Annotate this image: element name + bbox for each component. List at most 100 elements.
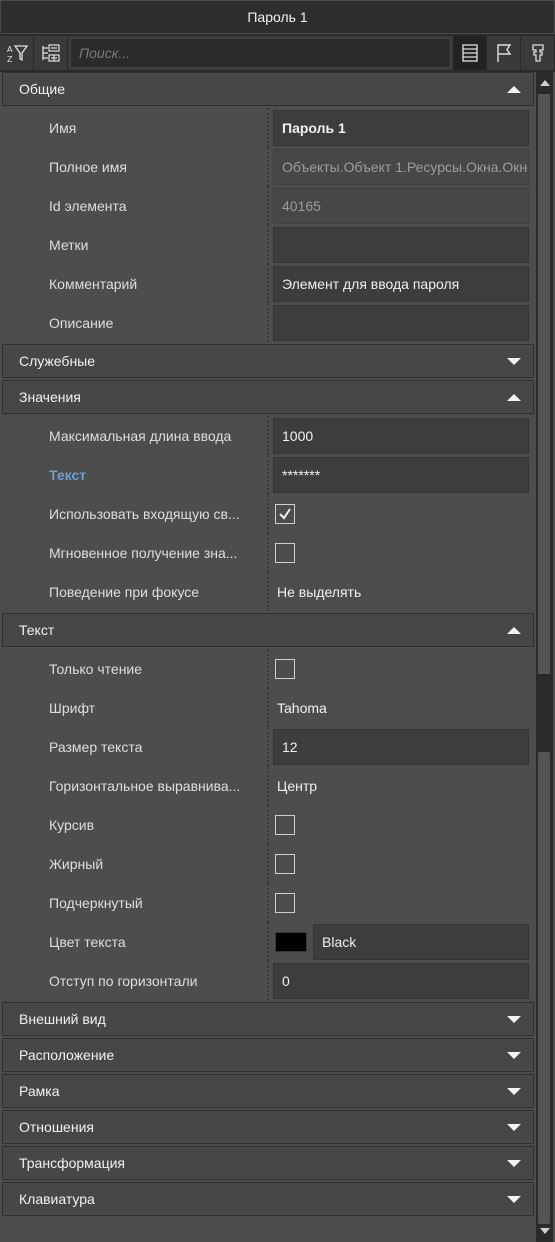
use-incoming-checkbox[interactable]: [275, 503, 295, 524]
section-title: Значения: [19, 389, 81, 405]
section-values-header[interactable]: Значения: [2, 380, 534, 414]
expand-arrow-icon[interactable]: [507, 1051, 521, 1059]
maxlength-field[interactable]: 1000: [273, 417, 529, 454]
search-box[interactable]: [70, 38, 451, 68]
property-row-font-size: Размер текста 12: [2, 727, 534, 766]
section-general-header[interactable]: Общие: [2, 72, 534, 106]
password-text-field[interactable]: *******: [273, 456, 529, 493]
property-label: Комментарий: [2, 264, 269, 303]
property-row-description: Описание: [2, 303, 534, 342]
property-label: Горизонтальное выравнива...: [2, 766, 269, 805]
property-row-name: Имя Пароль 1: [2, 108, 534, 147]
section-location-header[interactable]: Расположение: [2, 1038, 534, 1072]
list-view-icon: [461, 44, 478, 62]
puzzle-icon: [531, 44, 544, 62]
section-relations-header[interactable]: Отношения: [2, 1110, 534, 1144]
property-row-id: Id элемента 40165: [2, 186, 534, 225]
italic-checkbox[interactable]: [275, 814, 295, 835]
property-row-comment: Комментарий Элемент для ввода пароля: [2, 264, 534, 303]
svg-text:Z: Z: [7, 55, 13, 64]
collapse-tree-button[interactable]: [34, 36, 68, 70]
property-row-instant: Мгновенное получение зна...: [2, 533, 534, 572]
property-label: Описание: [2, 303, 269, 342]
text-color-field[interactable]: Black: [313, 923, 529, 960]
fullname-field: Объекты.Объект 1.Ресурсы.Окна.Окно: [273, 148, 529, 185]
section-values-body: Максимальная длина ввода 1000 Текст ****…: [2, 416, 534, 613]
section-frame-header[interactable]: Рамка: [2, 1074, 534, 1108]
section-service-header[interactable]: Служебные: [2, 344, 534, 378]
properties-panel: Общие Имя Пароль 1 Полное имя Объекты.Об…: [0, 72, 555, 1242]
search-input[interactable]: [79, 45, 450, 61]
property-row-h-align: Горизонтальное выравнива... Центр: [2, 766, 534, 805]
property-label: Имя: [2, 108, 269, 147]
expand-arrow-icon[interactable]: [507, 1159, 521, 1167]
section-keyboard-header[interactable]: Клавиатура: [2, 1182, 534, 1216]
property-row-maxlength: Максимальная длина ввода 1000: [2, 416, 534, 455]
instant-value-checkbox[interactable]: [275, 542, 295, 563]
scroll-down-icon[interactable]: [536, 1222, 553, 1240]
collapse-arrow-icon[interactable]: [507, 626, 521, 634]
property-label: Подчеркнутый: [2, 883, 269, 922]
property-row-text: Текст *******: [2, 455, 534, 494]
readonly-checkbox[interactable]: [275, 658, 295, 679]
expand-arrow-icon[interactable]: [507, 357, 521, 365]
list-view-button[interactable]: [453, 36, 487, 70]
section-text-header[interactable]: Текст: [2, 613, 534, 647]
section-title: Отношения: [19, 1119, 94, 1135]
property-label: Поведение при фокусе: [2, 572, 269, 611]
h-indent-field[interactable]: 0: [273, 962, 529, 999]
focus-behavior-select[interactable]: Не выделять: [273, 584, 361, 600]
svg-text:A: A: [7, 45, 13, 54]
name-field[interactable]: Пароль 1: [273, 109, 529, 146]
expand-arrow-icon[interactable]: [507, 1123, 521, 1131]
expand-arrow-icon[interactable]: [507, 1087, 521, 1095]
scroll-thumb[interactable]: [538, 94, 550, 674]
sort-filter-button[interactable]: A Z: [0, 36, 34, 70]
section-title: Внешний вид: [19, 1011, 106, 1027]
property-label: Id элемента: [2, 186, 269, 225]
property-row-h-indent: Отступ по горизонтали 0: [2, 961, 534, 1000]
font-size-field[interactable]: 12: [273, 728, 529, 765]
section-title: Клавиатура: [19, 1191, 95, 1207]
puzzle-button[interactable]: [521, 36, 555, 70]
toolbar: A Z: [0, 36, 555, 70]
font-select[interactable]: Tahoma: [273, 700, 327, 716]
scroll-thumb-lower[interactable]: [538, 752, 550, 1224]
section-transform-header[interactable]: Трансформация: [2, 1146, 534, 1180]
checkmark-icon: [279, 507, 291, 520]
section-title: Текст: [19, 622, 55, 638]
expand-arrow-icon[interactable]: [507, 1195, 521, 1203]
window-title: Пароль 1: [0, 0, 555, 34]
property-row-bold: Жирный: [2, 844, 534, 883]
property-row-readonly: Только чтение: [2, 649, 534, 688]
property-row-underline: Подчеркнутый: [2, 883, 534, 922]
property-row-fullname: Полное имя Объекты.Объект 1.Ресурсы.Окна…: [2, 147, 534, 186]
collapse-arrow-icon[interactable]: [507, 85, 521, 93]
section-title: Трансформация: [19, 1155, 125, 1171]
bold-checkbox[interactable]: [275, 853, 295, 874]
property-label: Использовать входящую св...: [2, 494, 269, 533]
section-title: Расположение: [19, 1047, 115, 1063]
flag-icon: [496, 44, 511, 62]
section-title: Рамка: [19, 1083, 60, 1099]
section-title: Служебные: [19, 353, 96, 369]
h-align-select[interactable]: Центр: [273, 778, 317, 794]
vertical-scrollbar[interactable]: [536, 72, 553, 1242]
color-swatch[interactable]: [275, 931, 307, 952]
section-title: Общие: [19, 81, 66, 97]
tags-field[interactable]: [273, 226, 529, 263]
property-label: Размер текста: [2, 727, 269, 766]
property-label: Цвет текста: [2, 922, 269, 961]
section-appearance-header[interactable]: Внешний вид: [2, 1002, 534, 1036]
comment-field[interactable]: Элемент для ввода пароля: [273, 265, 529, 302]
collapse-arrow-icon[interactable]: [507, 393, 521, 401]
scroll-up-icon[interactable]: [536, 74, 553, 92]
underline-checkbox[interactable]: [275, 892, 295, 913]
collapse-tree-icon: [41, 44, 60, 62]
property-label: Текст: [2, 455, 269, 494]
property-label: Шрифт: [2, 688, 269, 727]
flag-button[interactable]: [487, 36, 521, 70]
property-label: Отступ по горизонтали: [2, 961, 269, 1000]
description-field[interactable]: [273, 304, 529, 341]
expand-arrow-icon[interactable]: [507, 1015, 521, 1023]
